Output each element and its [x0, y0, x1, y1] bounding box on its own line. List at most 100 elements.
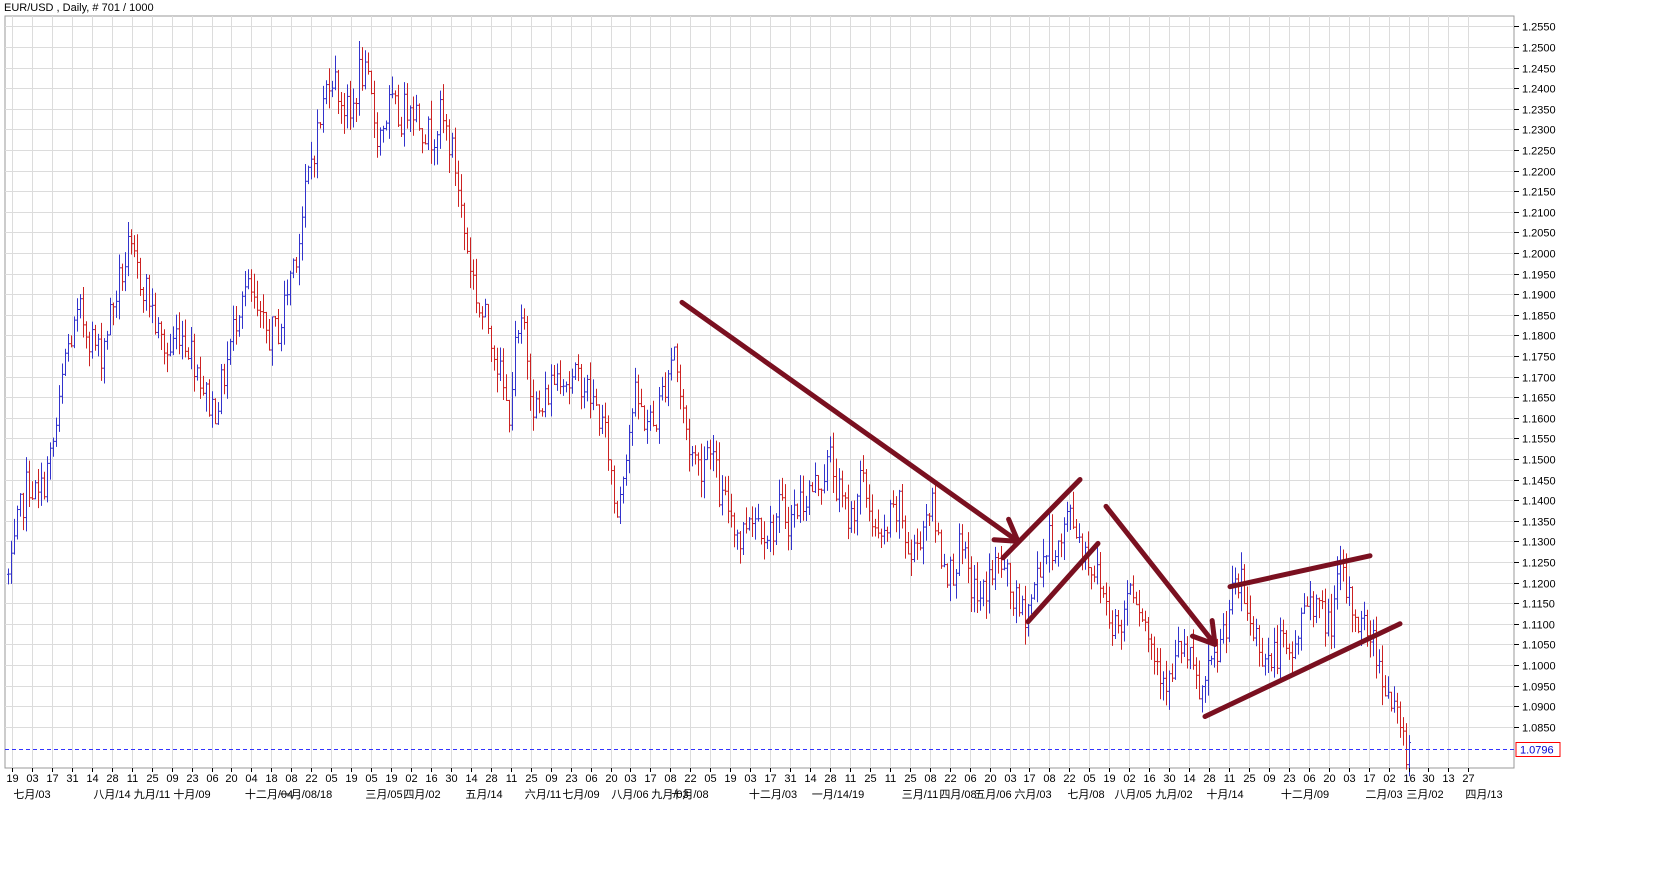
x-day-label: 06 [1303, 773, 1315, 785]
x-day-label: 16 [1403, 773, 1415, 785]
y-tick-label: 1.2000 [1522, 249, 1556, 261]
x-day-label: 06 [964, 773, 976, 785]
y-tick-label: 1.1950 [1522, 270, 1556, 282]
x-day-label: 02 [1383, 773, 1395, 785]
x-month-label: 九月/11 [134, 788, 170, 801]
ohlc-chart[interactable]: 1.2550 1.2500 1.2450 1.2400 1.2350 1.2300 1.22… [0, 0, 1665, 869]
chart-window: EUR/USD , Daily, # 701 / 1000 1.2550 1.25… [0, 0, 1665, 869]
x-day-label: 03 [1004, 773, 1016, 785]
y-tick-label: 1.2250 [1522, 146, 1556, 158]
y-tick-label: 1.0850 [1522, 723, 1556, 735]
x-month-label: 六月/03 [1014, 788, 1051, 801]
x-day-label: 11 [127, 773, 138, 785]
x-month-label: 六月/11 [525, 788, 561, 801]
x-day-label: 25 [525, 773, 537, 785]
x-day-label: 05 [704, 773, 716, 785]
x-day-label: 11 [885, 773, 896, 785]
y-tick-label: 1.0900 [1522, 702, 1556, 714]
x-day-label: 18 [265, 773, 277, 785]
x-day-label: 02 [1123, 773, 1135, 785]
trend-line [1000, 477, 1083, 561]
y-tick-label: 1.1550 [1522, 434, 1556, 446]
x-month-label: 一月/08/18 [280, 789, 333, 801]
y-tick-label: 1.2350 [1522, 105, 1556, 117]
x-day-label: 28 [485, 773, 497, 785]
x-day-label: 28 [106, 773, 118, 785]
y-tick-label: 1.0950 [1522, 682, 1556, 694]
y-tick-label: 1.2300 [1522, 125, 1556, 137]
grid-lines [4, 15, 1515, 769]
y-tick-label: 1.2500 [1522, 43, 1556, 55]
y-tick-label: 1.1350 [1522, 517, 1556, 529]
x-month-label: 三月/02 [1406, 789, 1443, 801]
x-month-label: 一月/14/19 [812, 789, 865, 801]
y-tick-label: 1.1450 [1522, 476, 1556, 488]
x-day-label: 23 [565, 773, 577, 785]
x-day-label: 06 [585, 773, 597, 785]
x-day-label: 06 [206, 773, 218, 785]
x-month-label: 八月/05 [1114, 789, 1151, 801]
x-day-label: 08 [664, 773, 676, 785]
y-tick-label: 1.1900 [1522, 290, 1556, 302]
x-day-label: 20 [984, 773, 996, 785]
x-day-label: 08 [924, 773, 936, 785]
x-month-label: 四月/02 [403, 789, 440, 801]
x-month-label: 九月/02 [1155, 788, 1192, 801]
y-tick-label: 1.1650 [1522, 393, 1556, 405]
x-month-label: 四月/08 [939, 789, 976, 801]
y-tick-label: 1.1400 [1522, 496, 1556, 508]
x-month-label: 十二月/03 [749, 787, 797, 801]
x-day-label: 08 [285, 773, 297, 785]
x-day-label: 14 [1183, 773, 1195, 785]
x-day-label: 02 [405, 773, 417, 785]
x-day-label: 27 [1462, 773, 1474, 785]
x-day-label: 17 [764, 773, 776, 785]
y-tick-label: 1.2400 [1522, 84, 1556, 96]
trend-arrow [1103, 503, 1218, 647]
x-day-label: 25 [904, 773, 916, 785]
x-month-label: 十月/08 [671, 787, 708, 801]
x-day-label: 17 [46, 773, 58, 785]
x-day-label: 31 [784, 773, 796, 785]
x-day-label: 11 [1224, 773, 1235, 785]
x-day-label: 19 [385, 773, 397, 785]
y-tick-label: 1.1200 [1522, 579, 1556, 591]
axes: 1.2550 1.2500 1.2450 1.2400 1.2350 1.2300 1.22… [5, 22, 1561, 801]
x-month-label: 十二月/09 [1281, 787, 1329, 801]
trend-line [1202, 621, 1403, 719]
x-day-label: 04 [245, 773, 257, 785]
x-day-label: 30 [1422, 773, 1434, 785]
y-tick-label: 1.1600 [1522, 414, 1556, 426]
y-tick-label: 1.1250 [1522, 558, 1556, 570]
x-day-label: 28 [1203, 773, 1215, 785]
x-month-label: 三月/11 [902, 789, 938, 801]
x-day-label: 22 [684, 773, 696, 785]
x-day-label: 31 [66, 773, 78, 785]
x-day-label: 13 [1442, 773, 1454, 785]
x-day-label: 08 [1043, 773, 1055, 785]
x-day-label: 23 [186, 773, 198, 785]
x-day-label: 03 [1343, 773, 1355, 785]
x-day-label: 14 [804, 773, 816, 785]
y-tick-label: 1.1700 [1522, 373, 1556, 385]
x-month-label: 五月/14 [465, 789, 502, 801]
x-day-label: 30 [445, 773, 457, 785]
x-day-label: 11 [845, 773, 856, 785]
x-day-label: 09 [545, 773, 557, 785]
y-tick-label: 1.2100 [1522, 208, 1556, 220]
x-month-label: 七月/09 [562, 788, 599, 801]
x-day-label: 17 [1363, 773, 1375, 785]
current-price-label: 1.0796 [1520, 745, 1554, 757]
x-day-label: 22 [944, 773, 956, 785]
y-tick-label: 1.1050 [1522, 640, 1556, 652]
x-day-label: 11 [506, 773, 517, 785]
x-month-label: 十月/14 [1206, 787, 1243, 801]
trend-line [1025, 540, 1101, 625]
x-day-label: 14 [465, 773, 477, 785]
x-month-label: 三月/05 [365, 789, 402, 801]
x-day-label: 20 [1323, 773, 1335, 785]
x-day-label: 25 [146, 773, 158, 785]
x-month-label: 八月/14 [93, 789, 130, 801]
x-month-label: 四月/13 [1465, 789, 1502, 801]
x-month-label: 七月/03 [13, 788, 50, 801]
